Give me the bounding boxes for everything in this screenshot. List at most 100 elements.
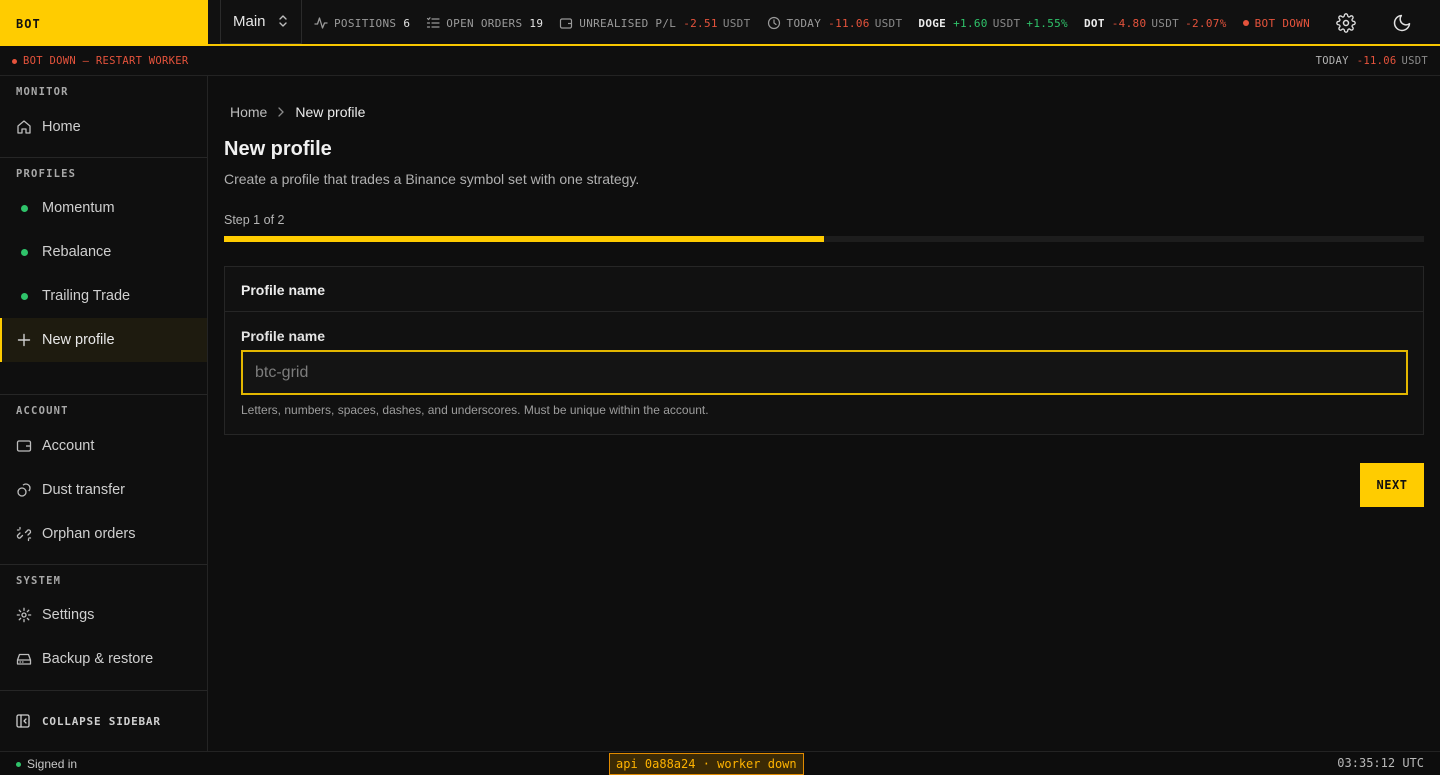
breadcrumb-current: New profile	[295, 104, 366, 120]
positions-label: POSITIONS	[334, 16, 397, 30]
sidebar-item-label: Trailing Trade	[42, 288, 131, 304]
chevron-up-down-icon	[278, 13, 288, 33]
doge-unit: USDT	[992, 16, 1021, 30]
positions-stat[interactable]: POSITIONS 6	[314, 16, 410, 30]
sidebar-divider	[0, 157, 207, 158]
signed-in-label: Signed in	[27, 757, 78, 771]
sidebar-item-new-profile[interactable]: New profile	[0, 318, 207, 362]
moon-icon	[1393, 14, 1411, 32]
unrealised-pl-value: -2.51	[683, 16, 718, 30]
profile-name-card: Profile name Profile name Letters, numbe…	[224, 266, 1424, 435]
sidebar-item-backup-restore[interactable]: Backup & restore	[0, 637, 207, 681]
settings-button[interactable]	[1335, 12, 1357, 34]
sidebar-item-rebalance[interactable]: Rebalance	[0, 230, 207, 274]
doge-pct: +1.55%	[1026, 16, 1068, 30]
sidebar-item-settings[interactable]: Settings	[0, 593, 207, 637]
next-button[interactable]: NEXT	[1360, 463, 1424, 507]
profile-name-label: Profile name	[241, 328, 326, 344]
today-summary-label: TODAY	[1315, 55, 1349, 67]
list-icon	[427, 17, 440, 28]
brand-logo[interactable]: BOT	[0, 0, 208, 46]
sidebar-item-label: Dust transfer	[42, 482, 125, 498]
utc-clock: 03:35:12 UTC	[1337, 756, 1424, 770]
collapse-sidebar-button[interactable]: COLLAPSE SIDEBAR	[0, 690, 207, 751]
sidebar-item-label: Backup & restore	[42, 651, 154, 667]
doge-value: +1.60	[953, 16, 988, 30]
theme-toggle-button[interactable]	[1391, 12, 1413, 34]
sidebar-item-momentum[interactable]: Momentum	[0, 186, 207, 230]
account-select-value: Main	[233, 13, 266, 30]
dot-pct: -2.07%	[1185, 16, 1227, 30]
breadcrumb: Home New profile	[230, 104, 365, 120]
session-status: Signed in	[16, 757, 77, 771]
sidebar-item-label: Home	[42, 119, 81, 135]
main-content: Home New profile New profile Create a pr…	[208, 76, 1440, 751]
today-unit: USDT	[874, 16, 903, 30]
activity-icon	[314, 17, 328, 29]
api-status-badge[interactable]: api 0a88a24 · worker down	[609, 753, 804, 775]
status-dot	[1242, 20, 1249, 26]
dot-value: -4.80	[1111, 16, 1147, 30]
bot-down-alert[interactable]: BOT DOWN — RESTART WORKER	[12, 55, 189, 67]
positions-value: 6	[403, 16, 411, 30]
dot-stat[interactable]: DOT -4.80 USDT -2.07%	[1084, 17, 1227, 30]
unrealised-pl-label: UNREALISED P/L	[579, 16, 677, 30]
sidebar-item-dust-transfer[interactable]: Dust transfer	[0, 468, 207, 512]
sidebar-item-label: Account	[42, 438, 95, 454]
home-icon	[16, 119, 32, 135]
section-title-system: SYSTEM	[16, 575, 62, 587]
wallet-icon	[16, 438, 32, 454]
today-stat[interactable]: TODAY -11.06 USDT	[767, 16, 903, 30]
alert-dot	[12, 58, 17, 64]
open-orders-label: OPEN ORDERS	[446, 16, 523, 30]
status-dot	[21, 248, 28, 256]
hard-drive-icon	[16, 651, 32, 667]
page-subtitle: Create a profile that trades a Binance s…	[224, 171, 640, 187]
status-dot	[16, 761, 21, 767]
card-header: Profile name	[225, 267, 1423, 312]
status-dot	[21, 292, 28, 300]
sidebar-item-label: Orphan orders	[42, 526, 136, 542]
sidebar-item-label: Momentum	[42, 200, 115, 216]
chevron-right-icon	[277, 107, 285, 117]
plus-icon	[16, 332, 32, 348]
dot-unit: USDT	[1151, 16, 1180, 30]
profile-name-input[interactable]	[241, 350, 1408, 395]
alert-bar: BOT DOWN — RESTART WORKER TODAY -11.06 U…	[0, 48, 1440, 76]
step-progress-fill	[224, 236, 824, 242]
sidebar-item-trailing-trade[interactable]: Trailing Trade	[0, 274, 207, 318]
sidebar-item-label: New profile	[42, 332, 115, 348]
sidebar-item-orphan-orders[interactable]: Orphan orders	[0, 512, 207, 556]
today-summary: TODAY -11.06 USDT	[1316, 55, 1428, 67]
sidebar-item-account[interactable]: Account	[0, 424, 207, 468]
unrealised-pl-unit: USDT	[722, 16, 751, 30]
breadcrumb-home[interactable]: Home	[230, 104, 267, 120]
header-stats: POSITIONS 6 OPEN ORDERS 19 UNREALISED P/…	[314, 0, 1326, 46]
collapse-sidebar-label: COLLAPSE SIDEBAR	[42, 714, 161, 728]
open-orders-stat[interactable]: OPEN ORDERS 19	[426, 16, 543, 30]
step-progress-bar	[224, 236, 1424, 242]
open-orders-value: 19	[529, 16, 544, 30]
doge-stat[interactable]: DOGE +1.60 USDT +1.55%	[918, 17, 1068, 30]
account-select[interactable]: Main	[220, 0, 302, 44]
bot-status[interactable]: BOT DOWN	[1242, 17, 1310, 30]
sidebar-item-home[interactable]: Home	[0, 105, 207, 149]
today-label: TODAY	[786, 16, 822, 30]
section-title-profiles: PROFILES	[16, 168, 77, 180]
clock-icon	[767, 16, 780, 30]
sidebar-item-label: Rebalance	[42, 244, 112, 260]
status-dot	[21, 204, 28, 212]
top-bar: BOT Main POSITIONS 6 OPEN ORDERS 19 UNRE…	[0, 0, 1440, 46]
profile-name-help: Letters, numbers, spaces, dashes, and un…	[241, 403, 709, 417]
unrealised-pl-stat[interactable]: UNREALISED P/L -2.51 USDT	[559, 16, 750, 30]
step-label: Step 1 of 2	[224, 213, 285, 227]
coins-icon	[16, 482, 32, 498]
gear-icon	[16, 607, 32, 623]
sidebar-item-label: Settings	[42, 607, 95, 623]
sidebar: MONITOR Home PROFILES Momentum Rebalance…	[0, 76, 208, 751]
broken-link-icon	[16, 526, 32, 542]
today-summary-value: -11.06	[1356, 55, 1397, 67]
page-title: New profile	[224, 138, 332, 160]
section-title-monitor: MONITOR	[16, 86, 69, 98]
sidebar-collapse-icon	[16, 714, 30, 728]
